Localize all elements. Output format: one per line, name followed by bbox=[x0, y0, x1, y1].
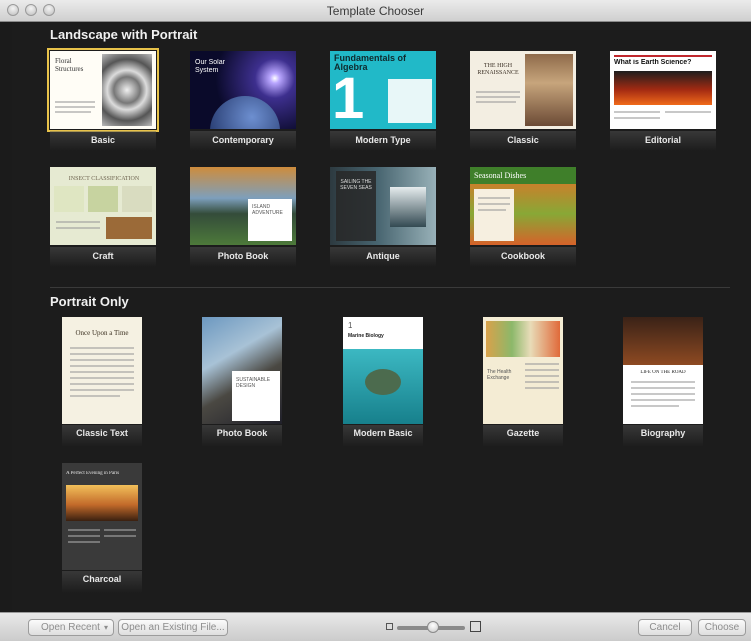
template-thumbnail[interactable]: What is Earth Science? bbox=[610, 51, 716, 129]
ship-image bbox=[390, 187, 426, 227]
template-label: Modern Basic bbox=[353, 428, 413, 438]
window-title: Template Chooser bbox=[326, 4, 425, 18]
template-thumbnail[interactable]: Floral Structures bbox=[47, 48, 159, 132]
planet-image bbox=[210, 96, 280, 129]
bottom-toolbar: Open Recent ▾ Open an Existing File... C… bbox=[0, 612, 751, 641]
template-gallery: Landscape with Portrait Floral Structure… bbox=[12, 23, 751, 612]
turtle-image bbox=[365, 369, 401, 395]
template-label: Editorial bbox=[644, 135, 681, 145]
open-existing-file-button[interactable]: Open an Existing File... bbox=[118, 619, 228, 636]
template-thumbnail[interactable]: Once Upon a Time bbox=[62, 317, 142, 424]
slider-knob[interactable] bbox=[427, 621, 439, 633]
template-label: Photo Book bbox=[216, 428, 268, 438]
template-thumbnail[interactable]: Fundamentals of Algebra 1 bbox=[330, 51, 436, 129]
template-chooser-window: Template Chooser Landscape with Portrait… bbox=[0, 0, 751, 641]
template-thumbnail[interactable]: 1 Marine Biology bbox=[343, 317, 423, 424]
template-label: Modern Type bbox=[355, 135, 411, 145]
paris-image bbox=[66, 485, 138, 521]
template-label: Charcoal bbox=[82, 574, 122, 584]
template-label: Contemporary bbox=[212, 135, 274, 145]
volcano-image bbox=[614, 71, 712, 105]
template-label: Classic Text bbox=[76, 428, 128, 438]
title-bar: Template Chooser bbox=[0, 0, 751, 22]
section-title-portrait: Portrait Only bbox=[50, 294, 129, 309]
template-thumbnail[interactable]: Seasonal Dishes bbox=[470, 167, 576, 245]
large-thumbnail-icon[interactable] bbox=[470, 621, 481, 632]
painting-image bbox=[525, 54, 573, 126]
template-label: Classic bbox=[507, 135, 539, 145]
open-recent-button[interactable]: Open Recent ▾ bbox=[28, 619, 114, 636]
template-thumbnail[interactable]: The Health Exchange bbox=[483, 317, 563, 424]
template-label: Basic bbox=[90, 135, 116, 145]
template-label: Cookbook bbox=[501, 251, 545, 261]
template-label: Antique bbox=[366, 251, 400, 261]
section-divider bbox=[50, 287, 730, 288]
template-thumbnail[interactable]: LIFE ON THE ROAD bbox=[623, 317, 703, 424]
template-label: Photo Book bbox=[217, 251, 269, 261]
template-label: Biography bbox=[640, 428, 686, 438]
template-thumbnail[interactable]: A Perfect Evening in Paris bbox=[62, 463, 142, 570]
flower-photo bbox=[102, 54, 152, 126]
section-title-landscape: Landscape with Portrait bbox=[50, 27, 198, 42]
template-label: Craft bbox=[92, 251, 114, 261]
chevron-down-icon: ▾ bbox=[103, 623, 108, 632]
template-thumbnail[interactable]: INSECT CLASSIFICATION bbox=[50, 167, 156, 245]
template-thumbnail[interactable]: ISLAND ADVENTURE bbox=[190, 167, 296, 245]
town-illustration bbox=[486, 321, 560, 357]
template-thumbnail[interactable]: SAILING THE SEVEN SEAS bbox=[330, 167, 436, 245]
template-thumbnail[interactable]: Our Solar System bbox=[190, 51, 296, 129]
template-label: Gazette bbox=[506, 428, 540, 438]
choose-button[interactable]: Choose bbox=[698, 619, 746, 636]
cancel-button[interactable]: Cancel bbox=[638, 619, 692, 636]
template-thumbnail[interactable]: SUSTAINABLE DESIGN bbox=[202, 317, 282, 424]
template-thumbnail[interactable]: THE HIGH RENAISSANCE bbox=[470, 51, 576, 129]
small-thumbnail-icon[interactable] bbox=[386, 623, 393, 630]
